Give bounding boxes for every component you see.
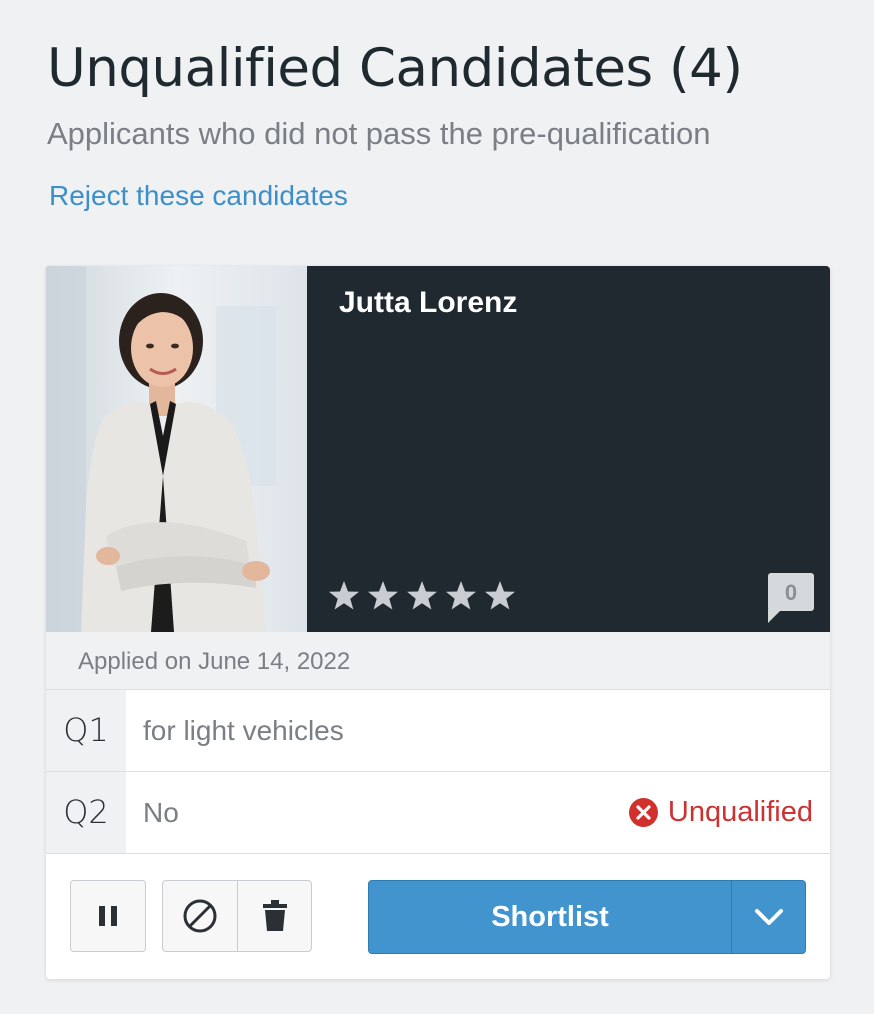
star-icon[interactable] — [366, 578, 405, 614]
candidate-photo[interactable] — [46, 266, 307, 632]
reject-candidates-link[interactable]: Reject these candidates — [49, 180, 348, 212]
applied-date: Applied on June 14, 2022 — [78, 648, 351, 675]
delete-button[interactable] — [238, 881, 311, 951]
chevron-down-icon — [755, 909, 783, 925]
question-label: Q2 — [46, 772, 126, 853]
block-button[interactable] — [163, 881, 238, 951]
applied-bar: Applied on June 14, 2022 — [46, 632, 830, 690]
question-label: Q1 — [46, 690, 126, 771]
star-icon[interactable] — [444, 578, 483, 614]
x-circle-icon — [628, 798, 658, 827]
star-icon[interactable] — [405, 578, 444, 614]
trash-icon — [263, 900, 287, 931]
rating-stars — [327, 578, 522, 614]
comment-count: 0 — [784, 580, 798, 605]
question-answer: for light vehicles — [143, 715, 344, 746]
star-icon[interactable] — [327, 578, 366, 614]
candidate-name[interactable]: Jutta Lorenz — [339, 286, 517, 320]
candidate-action-group — [162, 880, 312, 952]
page-title: Unqualified Candidates (4) — [47, 38, 743, 99]
comment-icon[interactable]: 0 — [768, 573, 814, 623]
candidate-card-header: Jutta Lorenz 0 — [46, 266, 830, 632]
pause-icon — [99, 906, 117, 926]
star-icon[interactable] — [483, 578, 522, 614]
question-answer: No — [143, 797, 179, 828]
block-icon — [183, 899, 217, 933]
candidate-card: Jutta Lorenz 0 Applied on June 14, 2022 … — [46, 266, 830, 979]
page-subtitle: Applicants who did not pass the pre-qual… — [47, 116, 711, 151]
qualification-status: Unqualified — [628, 772, 813, 853]
pause-button[interactable] — [70, 880, 146, 952]
question-row: Q2 No Unqualified — [46, 772, 830, 854]
shortlist-dropdown-toggle[interactable] — [732, 881, 805, 953]
status-label: Unqualified — [667, 796, 813, 828]
shortlist-split-button: Shortlist — [368, 880, 806, 954]
question-row: Q1 for light vehicles — [46, 690, 830, 772]
shortlist-button[interactable]: Shortlist — [369, 881, 732, 953]
